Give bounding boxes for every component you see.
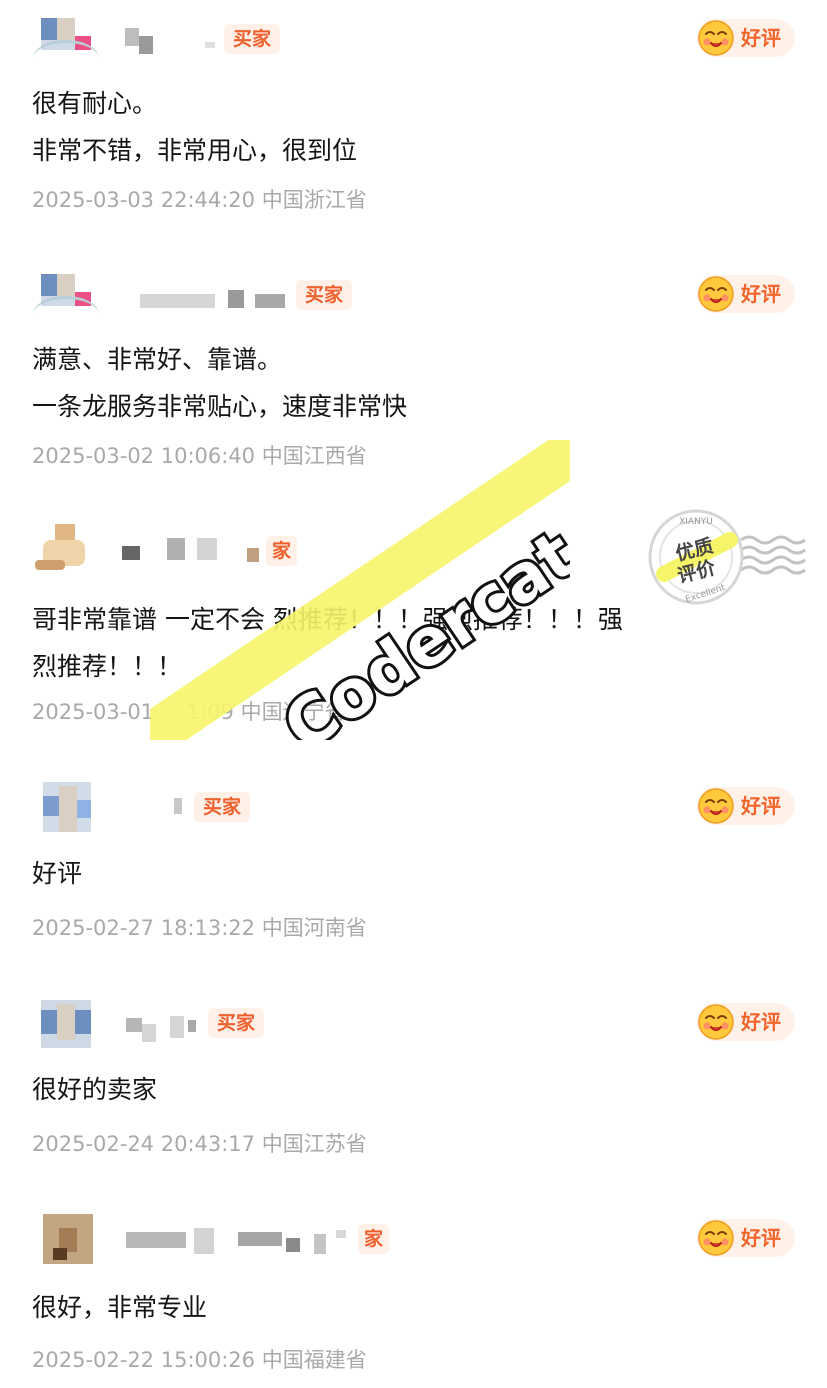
- svg-text:XIANYU: XIANYU: [679, 517, 713, 527]
- review-date: 2025-02-24 20:43:17: [32, 1132, 256, 1156]
- review-meta: 2025-03-03 22:44:20 中国浙江省: [32, 184, 367, 214]
- rating-label: 好评: [741, 282, 781, 306]
- review-meta: 2025-02-24 20:43:17 中国江苏省: [32, 1128, 367, 1158]
- avatar[interactable]: [33, 776, 99, 832]
- avatar[interactable]: [33, 520, 99, 576]
- review-date: 2025-02-27 18:13:22: [32, 916, 256, 940]
- buyer-tag: 买家: [296, 280, 353, 310]
- rating-label: 好评: [741, 1226, 781, 1250]
- buyer-tag: 买家: [208, 1008, 265, 1038]
- rating-label: 好评: [741, 794, 781, 818]
- avatar[interactable]: [33, 8, 99, 64]
- blurred-nickname: [126, 1224, 356, 1254]
- blurred-nickname: [140, 284, 290, 314]
- buyer-tag: 买家: [194, 792, 251, 822]
- avatar[interactable]: [33, 264, 99, 320]
- avatar[interactable]: [33, 1208, 99, 1264]
- smiling-face-icon: [697, 1003, 735, 1041]
- rating-badge: 好评: [697, 19, 795, 57]
- comment-text: 好评: [32, 859, 83, 888]
- buyer-tag: 家: [358, 1224, 390, 1254]
- review-location: 中国浙江省: [261, 188, 367, 212]
- buyer-tag: 买家: [224, 24, 281, 54]
- review-date: 2025-02-22 15:00:26: [32, 1348, 256, 1372]
- smiling-face-icon: [697, 787, 735, 825]
- smiling-face-icon: [697, 19, 735, 57]
- avatar[interactable]: [33, 992, 99, 1048]
- comment-text: 满意、非常好、靠谱。 一条龙服务非常贴心，速度非常快: [32, 345, 408, 421]
- rating-badge: 好评: [697, 787, 795, 825]
- smiling-face-icon: [697, 275, 735, 313]
- review-meta: 2025-02-22 15:00:26 中国福建省: [32, 1344, 367, 1374]
- review-location: 中国福建省: [261, 1348, 367, 1372]
- review-date: 2025-03-03 22:44:20: [32, 188, 256, 212]
- blurred-nickname: [125, 24, 220, 54]
- rating-badge: 好评: [697, 1003, 795, 1041]
- smiling-face-icon: [697, 1219, 735, 1257]
- watermark: Codercat: [150, 440, 570, 740]
- comment-text: 很有耐心。 非常不错，非常用心，很到位: [32, 89, 358, 165]
- review-location: 中国江苏省: [261, 1132, 367, 1156]
- review-date: 2025-03-01: [32, 700, 155, 724]
- rating-label: 好评: [741, 1010, 781, 1034]
- rating-badge: 好评: [697, 1219, 795, 1257]
- review-location: 中国河南省: [261, 916, 367, 940]
- comment-text: 很好，非常专业: [32, 1293, 208, 1322]
- review-meta: 2025-02-27 18:13:22 中国河南省: [32, 912, 367, 942]
- rating-badge: 好评: [697, 275, 795, 313]
- rating-label: 好评: [741, 26, 781, 50]
- blurred-nickname: [126, 1012, 206, 1042]
- blurred-nickname: [170, 792, 190, 822]
- quality-review-stamp-icon: XIANYU 优质 评价 Excellent: [648, 509, 806, 605]
- comment-text: 很好的卖家: [32, 1075, 158, 1104]
